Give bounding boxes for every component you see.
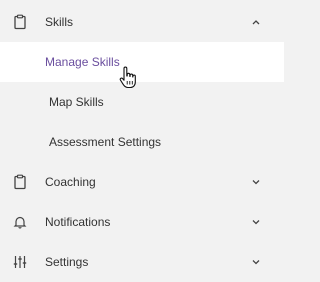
- submenu-item-label: Map Skills: [49, 95, 104, 109]
- menu-item-label: Settings: [45, 255, 89, 269]
- menu-item-coaching[interactable]: Coaching: [0, 162, 284, 202]
- menu-item-label: Coaching: [45, 175, 96, 189]
- submenu-item-label: Manage Skills: [45, 55, 120, 69]
- submenu-item-manage-skills[interactable]: Manage Skills: [0, 42, 284, 82]
- menu-item-label: Skills: [45, 15, 74, 29]
- submenu-item-label: Assessment Settings: [49, 135, 162, 149]
- menu-item-label: Notifications: [45, 215, 111, 229]
- bell-icon: [12, 214, 28, 230]
- menu-item-notifications[interactable]: Notifications: [0, 202, 284, 242]
- menu-item-settings[interactable]: Settings: [0, 242, 284, 282]
- clipboard-icon: [12, 14, 28, 30]
- submenu-item-map-skills[interactable]: Map Skills: [0, 82, 284, 122]
- menu-item-skills[interactable]: Skills: [0, 2, 284, 42]
- hand-pointer-icon: [118, 66, 138, 90]
- chevron-down-icon[interactable]: [250, 216, 262, 228]
- chevron-down-icon[interactable]: [250, 256, 262, 268]
- chevron-down-icon[interactable]: [250, 176, 262, 188]
- chevron-up-icon[interactable]: [250, 16, 262, 28]
- submenu-item-assessment-settings[interactable]: Assessment Settings: [0, 122, 284, 162]
- clipboard-icon: [12, 174, 28, 190]
- sliders-icon: [12, 254, 28, 270]
